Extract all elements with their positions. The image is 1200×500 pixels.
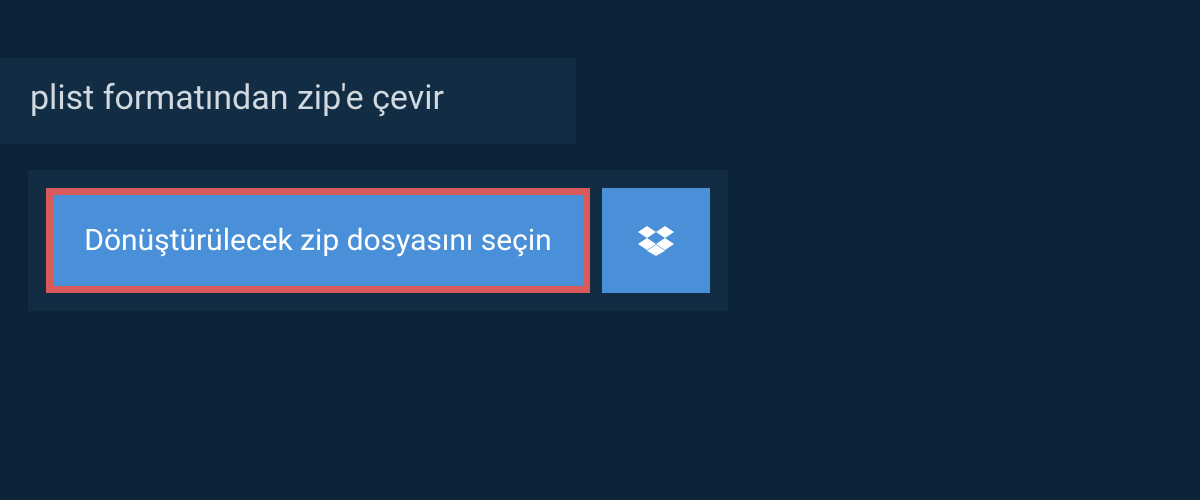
page-title: plist formatından zip'e çevir [30,78,444,118]
select-file-label: Dönüştürülecek zip dosyasını seçin [84,223,551,258]
select-file-button[interactable]: Dönüştürülecek zip dosyasını seçin [46,188,590,293]
top-spacer [0,0,1200,58]
dropbox-button[interactable] [602,188,710,293]
file-select-panel: Dönüştürülecek zip dosyasını seçin [28,170,728,311]
dropbox-icon [638,223,674,259]
header-bar: plist formatından zip'e çevir [0,58,576,144]
